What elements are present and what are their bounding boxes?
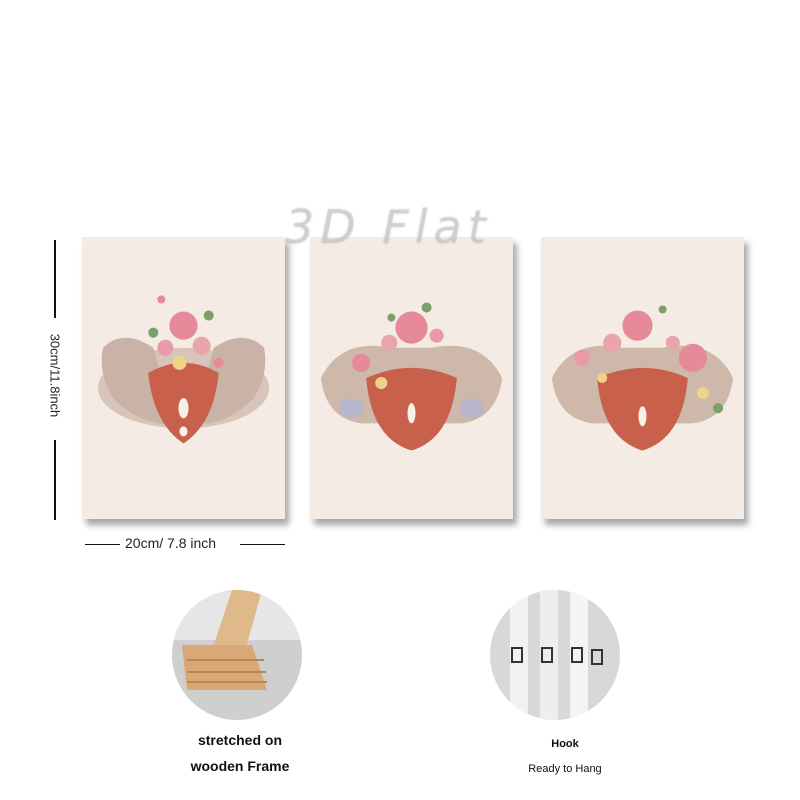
wooden-frame-caption-line-2: wooden Frame <box>190 758 290 774</box>
width-dimension-line-right <box>240 544 285 545</box>
pelvis-floral-illustration-1 <box>97 295 270 444</box>
width-dimension-line-left <box>85 544 120 545</box>
pelvis-floral-illustration-2 <box>320 302 503 451</box>
hook-photo <box>490 590 620 720</box>
canvas-panel-1 <box>82 237 285 519</box>
width-dimension-label: 20cm/ 7.8 inch <box>125 535 217 551</box>
wooden-frame-caption-line-1: stretched on <box>197 732 282 748</box>
height-dimension-label: 30cm/11.8inch <box>47 333 63 418</box>
height-dimension-line-bottom <box>54 440 56 520</box>
pelvis-floral-illustration-3 <box>551 305 734 451</box>
hook-caption-line-1: Hook <box>551 738 579 750</box>
wooden-frame-photo <box>172 590 302 720</box>
hook-caption-line-2: Ready to Hang <box>528 763 602 775</box>
canvas-panel-2 <box>310 237 513 519</box>
canvas-panel-3 <box>541 237 744 519</box>
